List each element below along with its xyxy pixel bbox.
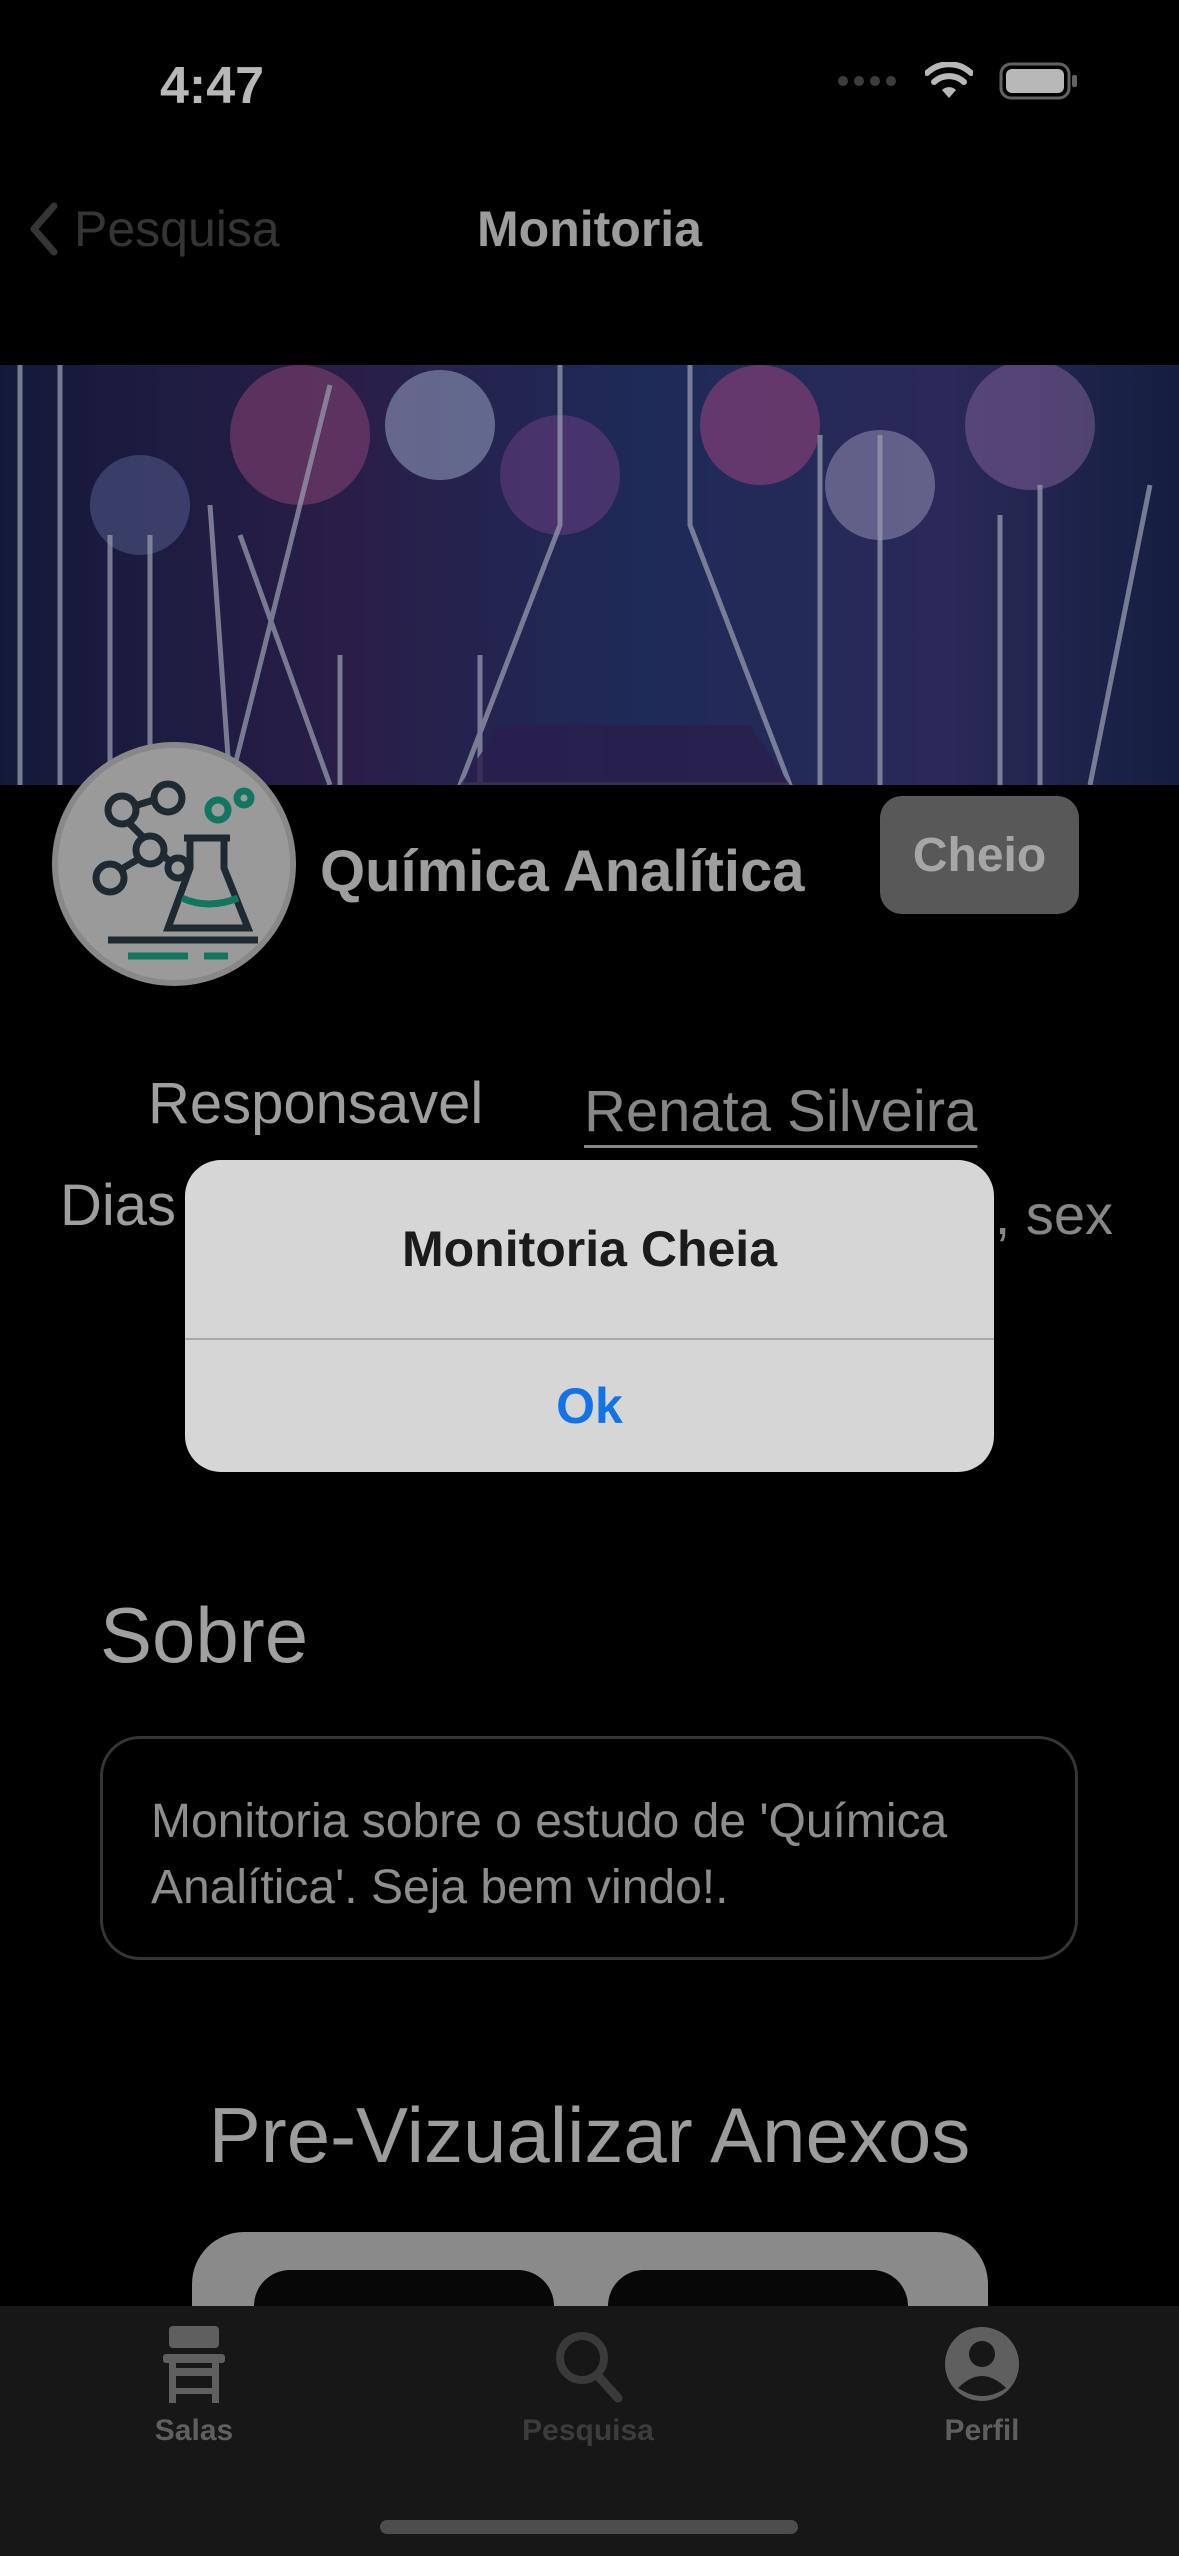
home-indicator <box>380 2520 798 2534</box>
status-time: 4:47 <box>160 57 265 115</box>
about-text-box: Monitoria sobre o estudo de 'Química Ana… <box>100 1736 1078 1960</box>
tab-pesquisa[interactable]: Pesquisa <box>458 2324 718 2504</box>
responsible-name-link[interactable]: Renata Silveira <box>584 1078 977 1145</box>
page-title: Monitoria <box>477 201 702 257</box>
tab-label-salas: Salas <box>154 2414 234 2447</box>
status-bar: 4:47 <box>0 0 1179 150</box>
signal-dots-icon <box>838 76 896 86</box>
chemistry-icon <box>92 780 258 960</box>
navigation-bar: Pesquisa Monitoria <box>0 170 1179 290</box>
subject-avatar <box>52 742 296 986</box>
tab-label-perfil: Perfil <box>944 2414 1020 2447</box>
alert-title: Monitoria Cheia <box>401 1221 778 1277</box>
banner-image <box>0 365 1179 785</box>
about-title: Sobre <box>100 1591 309 1679</box>
attachments-title: Pre-Vizualizar Anexos <box>208 2091 971 2179</box>
days-value: , sex <box>994 1183 1113 1246</box>
tab-salas[interactable]: Salas <box>64 2324 324 2504</box>
about-text: Monitoria sobre o estudo de 'Química Ana… <box>151 1795 948 1914</box>
status-icons <box>837 62 1079 100</box>
wifi-icon <box>925 62 973 98</box>
alert-dialog: Monitoria Cheia Ok <box>185 1160 994 1472</box>
days-label: Dias <box>60 1173 177 1238</box>
battery-icon <box>999 62 1077 100</box>
status-badge[interactable]: Cheio <box>880 796 1079 914</box>
tab-bar: Salas Pesquisa Perfil <box>0 2306 1179 2556</box>
responsible-label: Responsavel <box>148 1071 484 1136</box>
desk-icon <box>163 2326 225 2403</box>
person-icon <box>945 2327 1019 2401</box>
tab-label-pesquisa: Pesquisa <box>522 2414 654 2447</box>
alert-ok-button[interactable]: Ok <box>185 1340 994 1472</box>
subject-title: Química Analítica <box>320 839 805 904</box>
search-icon <box>556 2332 623 2403</box>
tab-perfil[interactable]: Perfil <box>852 2324 1112 2504</box>
